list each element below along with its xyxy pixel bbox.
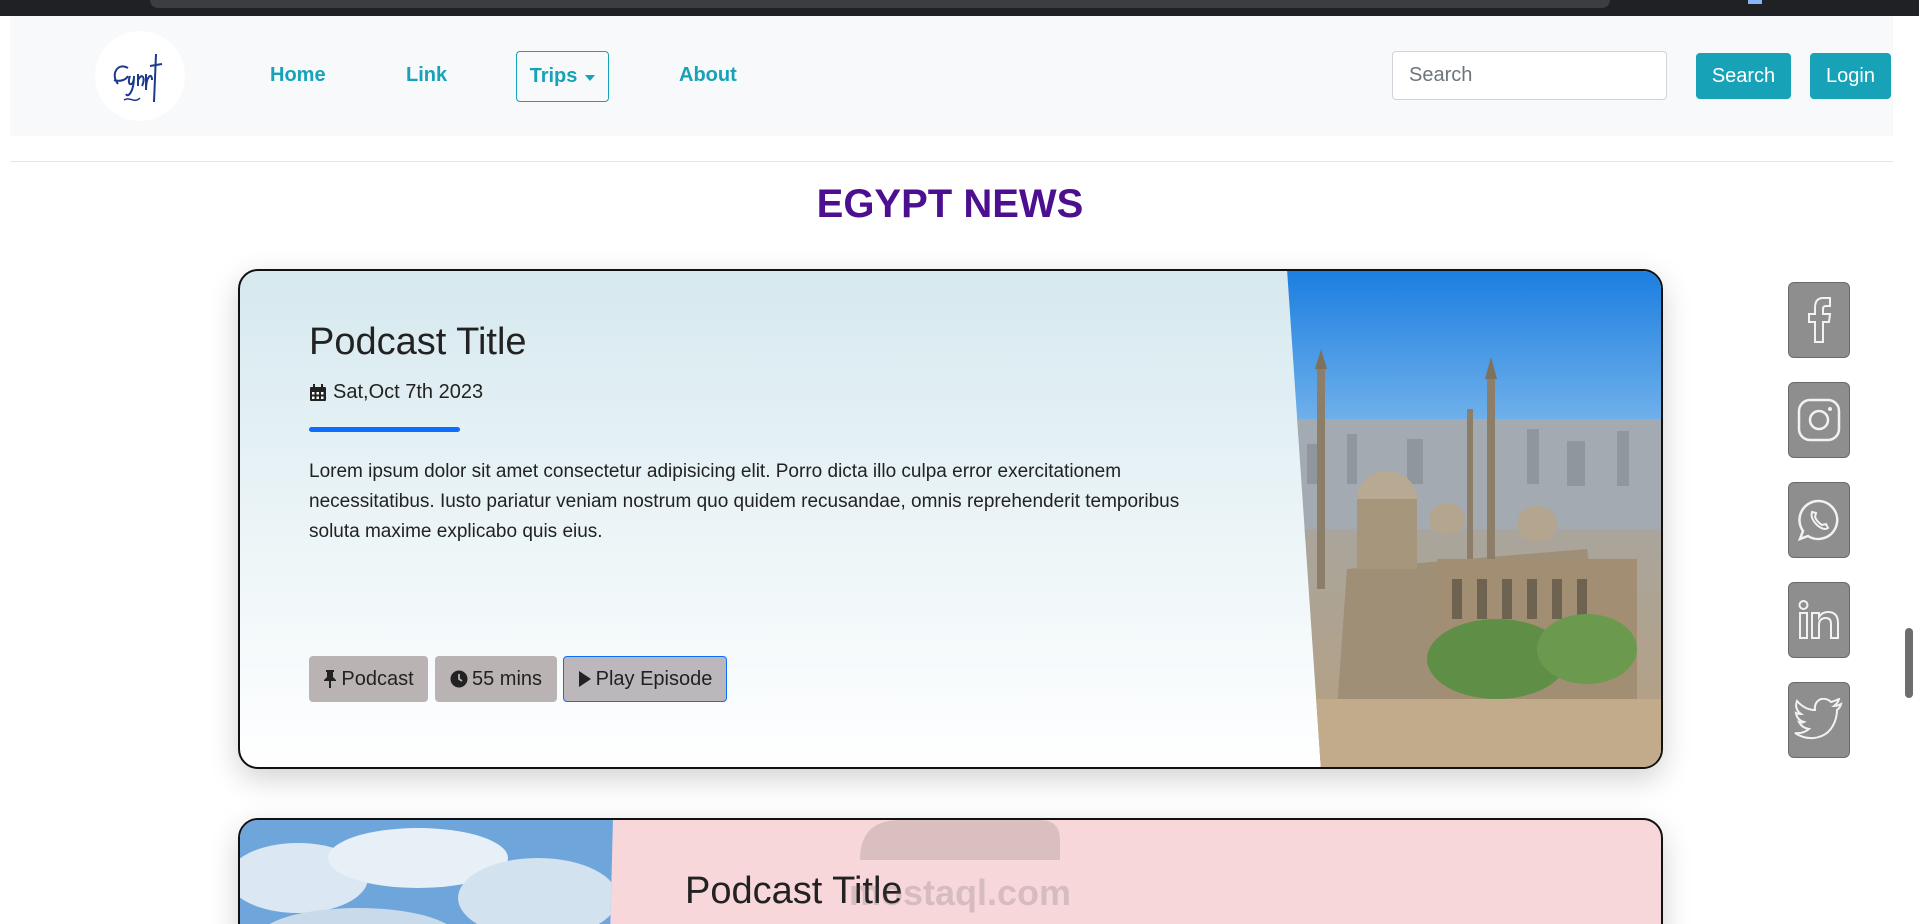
scrollbar-thumb[interactable] [1905,628,1913,698]
card-description: Lorem ipsum dolor sit amet consectetur a… [309,461,1180,542]
scrollbar-track[interactable] [1893,16,1919,924]
linkedin-icon [1798,600,1839,639]
cairo-mosque-image [1287,271,1661,767]
navbar: Home Link Trips About Search Login [10,16,1893,136]
card-accent-bar [309,427,460,432]
card-date: Sat,Oct 7th 2023 [309,381,483,404]
play-episode-label: Play Episode [595,667,713,690]
search-input[interactable] [1392,51,1667,100]
card-date-text: Sat,Oct 7th 2023 [333,381,484,403]
instagram-icon [1797,398,1841,442]
tag-podcast-label: Podcast [341,667,414,690]
card-image-cairo [1287,271,1661,767]
page: Home Link Trips About Search Login EGYPT… [0,0,1919,924]
nav-trips-dropdown[interactable]: Trips [516,51,609,102]
card-title: Podcast Title [309,321,527,363]
extension-icon[interactable] [1748,0,1762,4]
nav-link[interactable]: Link [406,64,447,87]
pin-icon [324,670,337,688]
social-linkedin[interactable] [1788,582,1850,658]
play-episode-button[interactable]: Play Episode [563,656,727,702]
social-instagram[interactable] [1788,382,1850,458]
search-button[interactable]: Search [1696,53,1791,99]
nav-home[interactable]: Home [270,64,326,87]
browser-toolbar [0,0,1919,16]
podcast-card: Podcast Title Sat,Oct 7th 2023 Lorem ips… [238,269,1663,769]
cloudy-sky-image [240,820,613,924]
nav-about[interactable]: About [679,64,737,87]
social-twitter[interactable] [1788,682,1850,758]
clock-icon [450,670,468,688]
navbar-divider [10,161,1893,162]
site-logo[interactable] [95,31,185,121]
address-bar[interactable] [150,0,1610,8]
whatsapp-icon [1797,499,1839,542]
egypt-logo-icon [113,53,163,103]
social-facebook[interactable] [1788,282,1850,358]
social-whatsapp[interactable] [1788,482,1850,558]
podcast-card-2: Podcast Title [238,818,1663,924]
tag-duration-label: 55 mins [471,667,543,690]
tag-duration[interactable]: 55 mins [435,656,557,702]
login-button[interactable]: Login [1810,53,1891,99]
nav-trips-label: Trips [529,65,578,87]
card-image-sky [240,820,613,924]
facebook-icon [1808,297,1832,343]
section-title: EGYPT NEWS [816,182,1084,226]
play-icon [578,671,591,687]
card-2-title: Podcast Title [685,870,903,912]
twitter-icon [1794,698,1843,740]
caret-down-icon [585,74,596,81]
calendar-icon [310,383,326,401]
tag-podcast[interactable]: Podcast [309,656,428,702]
